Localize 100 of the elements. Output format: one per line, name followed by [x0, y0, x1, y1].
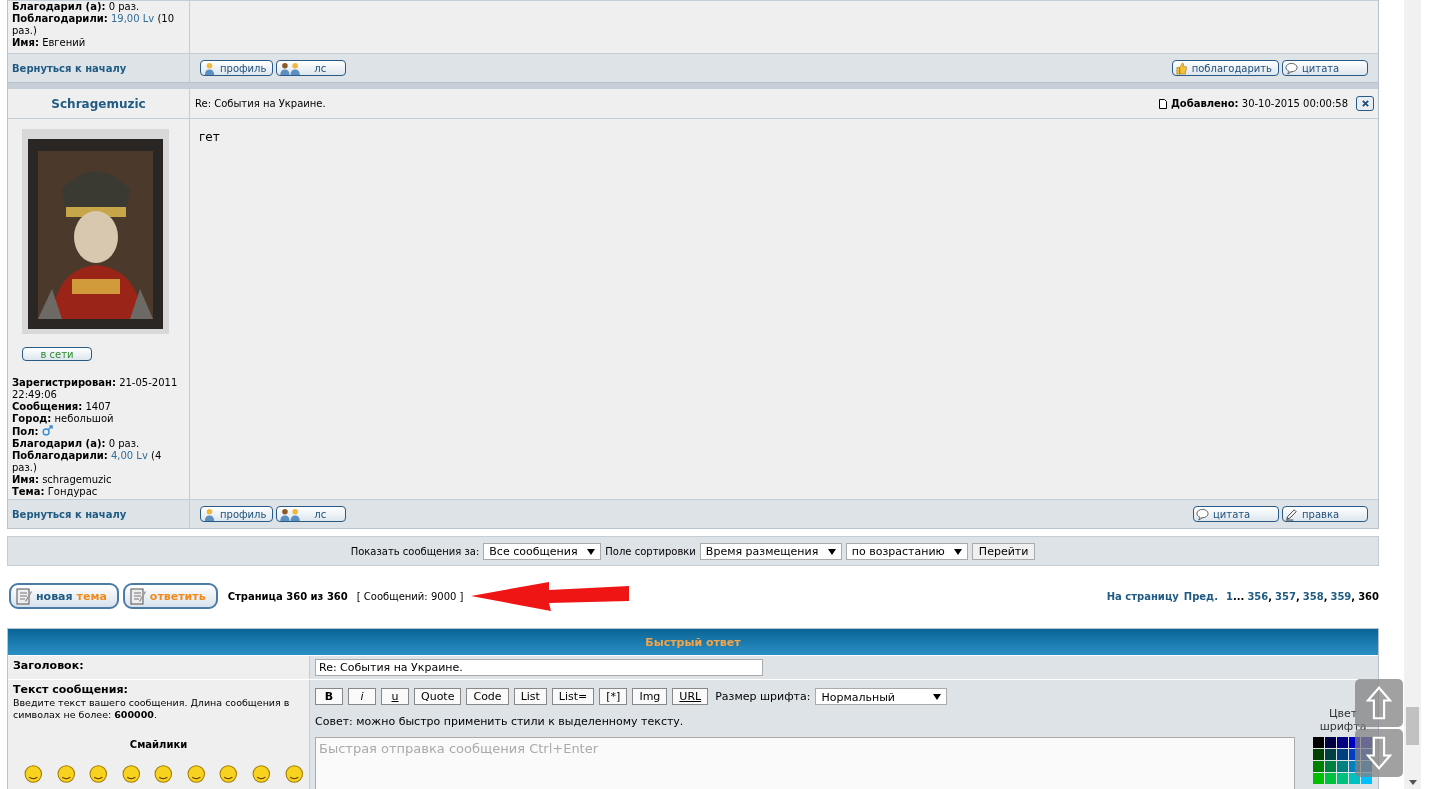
post-button[interactable]: профиль — [200, 506, 274, 522]
show-label: Показать сообщения за: — [350, 545, 480, 557]
profile-stat: Благодарил (а): 0 раз. — [12, 438, 141, 450]
format-button[interactable]: Quote — [414, 688, 462, 705]
caret-icon — [827, 548, 836, 555]
post-text: гет — [198, 129, 221, 146]
profile-stat: Зарегистрирован: 21-05-2011 22:49:06 — [12, 377, 179, 401]
post-button[interactable]: правка — [1282, 506, 1368, 522]
current-page: 360 — [1358, 590, 1379, 602]
author-name[interactable]: Schragemuzic — [51, 96, 146, 111]
profile-stat: Город: небольшой — [12, 413, 115, 425]
caret-icon — [953, 548, 962, 555]
page-info: Страница 360 из 360 — [227, 590, 348, 602]
period-select[interactable]: Все сообщения — [483, 542, 602, 560]
smiley-icon[interactable] — [55, 762, 77, 784]
online-status-button[interactable]: в сети — [22, 347, 92, 361]
speech-bubble-icon — [1196, 507, 1209, 521]
smiley-icon[interactable] — [153, 762, 174, 784]
speech-bubble-icon — [1285, 61, 1298, 75]
post-button[interactable]: цитата — [1282, 60, 1368, 76]
format-button[interactable]: B — [315, 688, 343, 705]
page-separator: , — [1295, 590, 1300, 602]
page-separator: ... — [1232, 590, 1245, 602]
format-button[interactable]: List= — [551, 688, 595, 705]
page-separator: , — [1323, 590, 1328, 602]
font-size-select[interactable]: Нормальный — [815, 688, 948, 705]
thumbs-up-icon — [1174, 61, 1188, 75]
format-button[interactable]: Code — [466, 688, 509, 705]
profile-stat: Имя: Евгений — [12, 37, 87, 49]
message-field[interactable]: Быстрая отправка сообщения Ctrl+Enter — [315, 737, 1296, 789]
sort-field-select[interactable]: Время размещения — [699, 542, 842, 560]
down-arrow-icon — [1366, 736, 1392, 770]
format-button[interactable]: i — [348, 688, 376, 705]
smiley-icon[interactable] — [120, 762, 142, 784]
caret-icon — [587, 548, 596, 555]
close-button[interactable] — [1356, 96, 1374, 111]
subject-label: Заголовок: — [13, 659, 84, 672]
format-button[interactable]: List — [513, 688, 547, 705]
people-icon — [279, 61, 303, 75]
message-hint: Введите текст вашего сообщения. Длина сообщения в символах не более: 600000. — [13, 697, 291, 721]
pager-label: На страницу — [1106, 590, 1179, 602]
previous-page-link[interactable]: Пред. — [1183, 590, 1218, 602]
page-separator: , — [1268, 590, 1273, 602]
post-button[interactable]: поблагодарить — [1171, 60, 1279, 76]
post-button[interactable]: цитата — [1193, 506, 1279, 522]
post-button[interactable]: лс — [276, 506, 347, 522]
format-button[interactable]: u — [381, 688, 409, 705]
smiley-icon[interactable] — [185, 762, 207, 784]
profile-stat: Благодарил (а): 0 раз. — [12, 1, 141, 13]
scrollbar-thumb[interactable] — [1406, 707, 1419, 745]
document-icon — [1158, 98, 1167, 109]
page-link[interactable]: 1 — [1226, 590, 1233, 602]
smiley-icon[interactable] — [283, 762, 305, 784]
tip-text: Совет: можно быстро применить стили к выделенному тексту. — [315, 715, 684, 728]
notepad-icon — [129, 587, 146, 605]
profile-stat: Пол: — [12, 425, 185, 438]
pencil-icon — [1285, 507, 1298, 521]
arrow-icon — [471, 581, 632, 611]
sort-label: Поле сортировки — [605, 545, 696, 557]
person-icon — [203, 507, 216, 521]
back-to-top-link[interactable]: Вернуться к началу — [12, 62, 127, 74]
sort-order-select[interactable]: по возрастанию — [845, 542, 968, 560]
font-color-label: Цвет шрифта — [1318, 707, 1368, 733]
format-button[interactable]: [*] — [599, 688, 628, 705]
smiley-icon[interactable] — [218, 762, 239, 784]
smiley-icon[interactable] — [23, 762, 44, 784]
go-button[interactable]: Перейти — [971, 542, 1036, 560]
person-icon — [203, 61, 216, 75]
back-to-top-link[interactable]: Вернуться к началу — [12, 508, 127, 520]
smiley-icon[interactable] — [88, 762, 109, 784]
scrollbar[interactable] — [1404, 0, 1421, 789]
format-button[interactable]: Img — [632, 688, 668, 705]
page-link[interactable]: 358 — [1302, 590, 1324, 602]
post-button[interactable]: профиль — [200, 60, 274, 76]
topic-action-button[interactable]: новая тема — [9, 583, 119, 609]
smileys-label: Смайлики — [128, 739, 189, 750]
post-date: Добавлено: 30-10-2015 00:00:58 — [1170, 98, 1348, 109]
message-label: Текст сообщения: — [13, 683, 129, 696]
font-size-label: Размер шрифта: — [715, 690, 811, 703]
smiley-icon[interactable] — [250, 762, 272, 784]
quick-reply-header: Быстрый ответ — [8, 629, 1378, 655]
format-button[interactable]: URL — [672, 688, 709, 705]
post-subject: Re: События на Украине. — [195, 98, 326, 109]
profile-stat: Поблагодарили: 4,00 Lv (4 раз.) — [12, 450, 163, 474]
post-button[interactable]: лс — [276, 60, 347, 76]
notepad-icon — [16, 587, 32, 605]
scroll-down-arrow-icon[interactable] — [1409, 780, 1417, 785]
people-icon — [279, 507, 303, 521]
subject-field[interactable]: Re: События на Украине. — [315, 659, 763, 676]
message-count: [ Сообщений: 9000 ] — [356, 590, 464, 602]
caret-icon — [933, 694, 942, 700]
up-arrow-icon — [1366, 686, 1392, 720]
page-link[interactable]: 357 — [1275, 590, 1296, 602]
profile-stat: Имя: schragemuzic — [12, 474, 113, 486]
male-symbol-icon — [41, 425, 53, 436]
profile-stat: Поблагодарили: 19,00 Lv (10 раз.) — [12, 13, 175, 37]
profile-stat: Сообщения: 1407 — [12, 401, 112, 413]
profile-stat: Тема: Гондурас — [12, 486, 99, 498]
page-separator: , — [1351, 590, 1356, 602]
close-icon — [1360, 99, 1370, 108]
